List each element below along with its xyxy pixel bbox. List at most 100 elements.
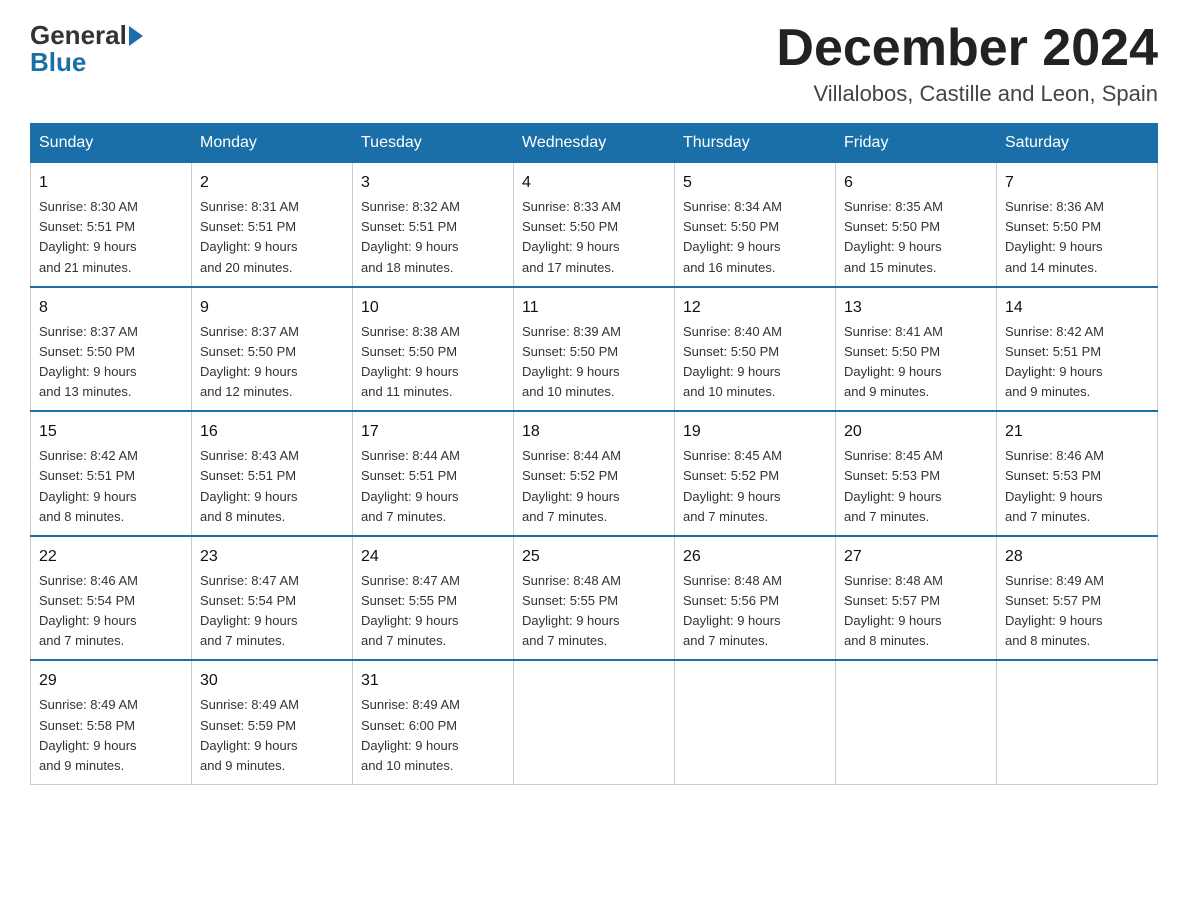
day-number: 25 xyxy=(522,545,666,569)
day-number: 15 xyxy=(39,420,183,444)
day-info: Sunrise: 8:41 AM Sunset: 5:50 PM Dayligh… xyxy=(844,324,943,399)
day-number: 14 xyxy=(1005,296,1149,320)
logo-arrow-icon xyxy=(129,26,143,46)
day-number: 27 xyxy=(844,545,988,569)
day-number: 18 xyxy=(522,420,666,444)
calendar-day-cell: 6 Sunrise: 8:35 AM Sunset: 5:50 PM Daylig… xyxy=(836,163,997,287)
day-info: Sunrise: 8:45 AM Sunset: 5:53 PM Dayligh… xyxy=(844,448,943,523)
day-info: Sunrise: 8:48 AM Sunset: 5:55 PM Dayligh… xyxy=(522,573,621,648)
day-info: Sunrise: 8:42 AM Sunset: 5:51 PM Dayligh… xyxy=(39,448,138,523)
day-of-week-header: Friday xyxy=(836,124,997,163)
calendar-day-cell: 27 Sunrise: 8:48 AM Sunset: 5:57 PM Dayli… xyxy=(836,536,997,661)
calendar-week-row: 29Sunrise: 8:49 AM Sunset: 5:58 PM Dayli… xyxy=(31,660,1158,784)
day-number: 31 xyxy=(361,669,505,693)
calendar-title: December 2024 xyxy=(776,20,1158,77)
calendar-subtitle: Villalobos, Castille and Leon, Spain xyxy=(776,81,1158,107)
day-info: Sunrise: 8:44 AM Sunset: 5:52 PM Dayligh… xyxy=(522,448,621,523)
day-number: 28 xyxy=(1005,545,1149,569)
day-info: Sunrise: 8:38 AM Sunset: 5:50 PM Dayligh… xyxy=(361,324,460,399)
day-info: Sunrise: 8:36 AM Sunset: 5:50 PM Dayligh… xyxy=(1005,199,1104,274)
calendar-day-cell: 12 Sunrise: 8:40 AM Sunset: 5:50 PM Dayli… xyxy=(675,287,836,412)
day-info: Sunrise: 8:43 AM Sunset: 5:51 PM Dayligh… xyxy=(200,448,299,523)
calendar-day-cell: 3 Sunrise: 8:32 AM Sunset: 5:51 PM Daylig… xyxy=(353,163,514,287)
day-number: 3 xyxy=(361,171,505,195)
day-info: Sunrise: 8:40 AM Sunset: 5:50 PM Dayligh… xyxy=(683,324,782,399)
calendar-day-cell: 16 Sunrise: 8:43 AM Sunset: 5:51 PM Dayli… xyxy=(192,411,353,536)
calendar-day-cell: 17Sunrise: 8:44 AM Sunset: 5:51 PM Dayli… xyxy=(353,411,514,536)
calendar-week-row: 1Sunrise: 8:30 AM Sunset: 5:51 PM Daylig… xyxy=(31,163,1158,287)
day-info: Sunrise: 8:35 AM Sunset: 5:50 PM Dayligh… xyxy=(844,199,943,274)
day-number: 5 xyxy=(683,171,827,195)
calendar-day-cell xyxy=(675,660,836,784)
day-of-week-header: Wednesday xyxy=(514,124,675,163)
calendar-day-cell xyxy=(514,660,675,784)
calendar-day-cell xyxy=(836,660,997,784)
day-number: 29 xyxy=(39,669,183,693)
calendar-day-cell: 8Sunrise: 8:37 AM Sunset: 5:50 PM Daylig… xyxy=(31,287,192,412)
day-info: Sunrise: 8:47 AM Sunset: 5:55 PM Dayligh… xyxy=(361,573,460,648)
calendar-day-cell: 14 Sunrise: 8:42 AM Sunset: 5:51 PM Dayli… xyxy=(997,287,1158,412)
day-number: 20 xyxy=(844,420,988,444)
day-number: 26 xyxy=(683,545,827,569)
day-number: 4 xyxy=(522,171,666,195)
calendar-day-cell: 26 Sunrise: 8:48 AM Sunset: 5:56 PM Dayli… xyxy=(675,536,836,661)
day-number: 30 xyxy=(200,669,344,693)
calendar-day-cell: 21Sunrise: 8:46 AM Sunset: 5:53 PM Dayli… xyxy=(997,411,1158,536)
day-number: 24 xyxy=(361,545,505,569)
day-info: Sunrise: 8:49 AM Sunset: 6:00 PM Dayligh… xyxy=(361,697,460,772)
calendar-day-cell: 11 Sunrise: 8:39 AM Sunset: 5:50 PM Dayli… xyxy=(514,287,675,412)
day-info: Sunrise: 8:48 AM Sunset: 5:57 PM Dayligh… xyxy=(844,573,943,648)
calendar-day-cell: 1Sunrise: 8:30 AM Sunset: 5:51 PM Daylig… xyxy=(31,163,192,287)
day-number: 9 xyxy=(200,296,344,320)
day-number: 6 xyxy=(844,171,988,195)
day-number: 12 xyxy=(683,296,827,320)
day-number: 7 xyxy=(1005,171,1149,195)
calendar-week-row: 22Sunrise: 8:46 AM Sunset: 5:54 PM Dayli… xyxy=(31,536,1158,661)
day-of-week-header: Tuesday xyxy=(353,124,514,163)
day-info: Sunrise: 8:39 AM Sunset: 5:50 PM Dayligh… xyxy=(522,324,621,399)
day-info: Sunrise: 8:46 AM Sunset: 5:53 PM Dayligh… xyxy=(1005,448,1104,523)
day-number: 23 xyxy=(200,545,344,569)
day-of-week-header: Saturday xyxy=(997,124,1158,163)
calendar-day-cell: 24 Sunrise: 8:47 AM Sunset: 5:55 PM Dayli… xyxy=(353,536,514,661)
logo: General Blue xyxy=(30,20,143,78)
calendar-day-cell: 23 Sunrise: 8:47 AM Sunset: 5:54 PM Dayli… xyxy=(192,536,353,661)
calendar-week-row: 8Sunrise: 8:37 AM Sunset: 5:50 PM Daylig… xyxy=(31,287,1158,412)
calendar-day-cell: 9Sunrise: 8:37 AM Sunset: 5:50 PM Daylig… xyxy=(192,287,353,412)
calendar-table: SundayMondayTuesdayWednesdayThursdayFrid… xyxy=(30,123,1158,785)
day-info: Sunrise: 8:47 AM Sunset: 5:54 PM Dayligh… xyxy=(200,573,299,648)
page-header: General Blue December 2024 Villalobos, C… xyxy=(30,20,1158,107)
day-info: Sunrise: 8:49 AM Sunset: 5:59 PM Dayligh… xyxy=(200,697,299,772)
day-info: Sunrise: 8:31 AM Sunset: 5:51 PM Dayligh… xyxy=(200,199,299,274)
day-info: Sunrise: 8:34 AM Sunset: 5:50 PM Dayligh… xyxy=(683,199,782,274)
calendar-day-cell: 30 Sunrise: 8:49 AM Sunset: 5:59 PM Dayli… xyxy=(192,660,353,784)
calendar-day-cell: 7 Sunrise: 8:36 AM Sunset: 5:50 PM Daylig… xyxy=(997,163,1158,287)
day-of-week-header: Sunday xyxy=(31,124,192,163)
calendar-week-row: 15 Sunrise: 8:42 AM Sunset: 5:51 PM Dayli… xyxy=(31,411,1158,536)
day-number: 8 xyxy=(39,296,183,320)
calendar-day-cell: 20 Sunrise: 8:45 AM Sunset: 5:53 PM Dayli… xyxy=(836,411,997,536)
day-number: 11 xyxy=(522,296,666,320)
day-info: Sunrise: 8:42 AM Sunset: 5:51 PM Dayligh… xyxy=(1005,324,1104,399)
day-info: Sunrise: 8:32 AM Sunset: 5:51 PM Dayligh… xyxy=(361,199,460,274)
calendar-day-cell xyxy=(997,660,1158,784)
day-number: 16 xyxy=(200,420,344,444)
calendar-day-cell: 19Sunrise: 8:45 AM Sunset: 5:52 PM Dayli… xyxy=(675,411,836,536)
day-info: Sunrise: 8:48 AM Sunset: 5:56 PM Dayligh… xyxy=(683,573,782,648)
day-number: 1 xyxy=(39,171,183,195)
day-of-week-header: Monday xyxy=(192,124,353,163)
day-number: 17 xyxy=(361,420,505,444)
title-section: December 2024 Villalobos, Castille and L… xyxy=(776,20,1158,107)
logo-blue-text: Blue xyxy=(30,47,143,78)
day-info: Sunrise: 8:46 AM Sunset: 5:54 PM Dayligh… xyxy=(39,573,138,648)
calendar-day-cell: 5 Sunrise: 8:34 AM Sunset: 5:50 PM Daylig… xyxy=(675,163,836,287)
day-info: Sunrise: 8:45 AM Sunset: 5:52 PM Dayligh… xyxy=(683,448,782,523)
day-info: Sunrise: 8:33 AM Sunset: 5:50 PM Dayligh… xyxy=(522,199,621,274)
calendar-day-cell: 2 Sunrise: 8:31 AM Sunset: 5:51 PM Daylig… xyxy=(192,163,353,287)
calendar-day-cell: 10 Sunrise: 8:38 AM Sunset: 5:50 PM Dayli… xyxy=(353,287,514,412)
calendar-day-cell: 25 Sunrise: 8:48 AM Sunset: 5:55 PM Dayli… xyxy=(514,536,675,661)
day-number: 10 xyxy=(361,296,505,320)
calendar-day-cell: 31 Sunrise: 8:49 AM Sunset: 6:00 PM Dayli… xyxy=(353,660,514,784)
day-number: 2 xyxy=(200,171,344,195)
day-number: 13 xyxy=(844,296,988,320)
